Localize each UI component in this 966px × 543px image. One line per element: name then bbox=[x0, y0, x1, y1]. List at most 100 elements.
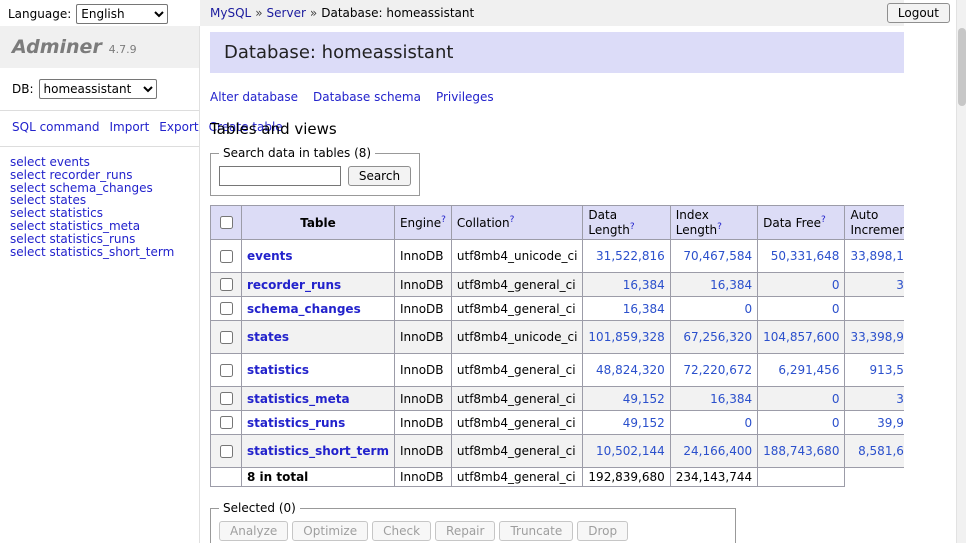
statistics-index-length-link[interactable]: 72,220,672 bbox=[683, 363, 752, 377]
table-link-states[interactable]: states bbox=[247, 330, 289, 344]
row-checkbox-events[interactable] bbox=[220, 250, 233, 263]
help-link[interactable]: ? bbox=[717, 222, 722, 232]
help-link[interactable]: ? bbox=[441, 215, 446, 225]
adminer-version: 4.7.9 bbox=[109, 43, 137, 56]
statistics-runs-auto-increment-link[interactable]: 39,999 bbox=[877, 416, 904, 430]
table-link-statistics-short-term[interactable]: statistics_short_term bbox=[247, 444, 389, 458]
statistics-auto-increment-link[interactable]: 913,577 bbox=[870, 363, 904, 377]
sidebar-select-statistics-meta[interactable]: select statistics_meta bbox=[10, 220, 189, 233]
logout-button[interactable]: Logout bbox=[887, 3, 950, 23]
breadcrumb-server[interactable]: Server bbox=[267, 6, 306, 20]
statistics-runs-index-length-link[interactable]: 0 bbox=[744, 416, 752, 430]
statistics-data-free-link[interactable]: 6,291,456 bbox=[778, 363, 839, 377]
selected-legend: Selected (0) bbox=[219, 501, 300, 515]
engine-cell: InnoDB bbox=[394, 435, 451, 468]
statistics-short-term-data-free-link[interactable]: 188,743,680 bbox=[763, 444, 839, 458]
select-all-checkbox[interactable] bbox=[220, 216, 233, 229]
events-auto-increment-link[interactable]: 33,898,196 bbox=[850, 249, 904, 263]
table-link-statistics[interactable]: statistics bbox=[247, 363, 309, 377]
breadcrumb-current: Database: homeassistant bbox=[321, 6, 474, 20]
table-link-events[interactable]: events bbox=[247, 249, 293, 263]
adminer-logo-text[interactable]: Adminer bbox=[12, 36, 102, 58]
statistics-meta-data-length-link[interactable]: 49,152 bbox=[623, 392, 665, 406]
table-link-schema-changes[interactable]: schema_changes bbox=[247, 302, 361, 316]
index-length-cell: 16,384 bbox=[670, 387, 757, 411]
language-select[interactable]: English bbox=[76, 4, 168, 24]
statistics-meta-index-length-link[interactable]: 16,384 bbox=[710, 392, 752, 406]
help-link[interactable]: ? bbox=[510, 215, 515, 225]
language-label: Language: bbox=[8, 7, 71, 21]
states-auto-increment-link[interactable]: 33,398,984 bbox=[850, 330, 904, 344]
recorder-runs-data-length-link[interactable]: 16,384 bbox=[623, 278, 665, 292]
statistics-short-term-index-length-link[interactable]: 24,166,400 bbox=[683, 444, 752, 458]
statistics-short-term-auto-increment-link[interactable]: 8,581,645 bbox=[858, 444, 904, 458]
table-header-row: TableEngine?Collation?Data Length?Index … bbox=[211, 206, 905, 240]
table-link-statistics-meta[interactable]: statistics_meta bbox=[247, 392, 350, 406]
schema-changes-data-free-link[interactable]: 0 bbox=[832, 302, 840, 316]
column-header-label: Index Length bbox=[676, 208, 717, 237]
collation-cell: utf8mb4_general_ci bbox=[451, 354, 583, 387]
states-data-free-link[interactable]: 104,857,600 bbox=[763, 330, 839, 344]
sidebar-link-sql-command[interactable]: SQL command bbox=[12, 120, 99, 134]
table-name-cell: schema_changes bbox=[242, 297, 395, 321]
sidebar-link-import[interactable]: Import bbox=[109, 120, 149, 134]
vertical-scrollbar[interactable] bbox=[956, 0, 966, 543]
statistics-short-term-data-length-link[interactable]: 10,502,144 bbox=[596, 444, 665, 458]
events-data-length-link[interactable]: 31,522,816 bbox=[596, 249, 665, 263]
collation-cell: utf8mb4_general_ci bbox=[451, 297, 583, 321]
table-link-recorder-runs[interactable]: recorder_runs bbox=[247, 278, 341, 292]
search-button[interactable]: Search bbox=[348, 166, 411, 186]
sidebar-select-statistics-runs[interactable]: select statistics_runs bbox=[10, 233, 189, 246]
table-row-statistics-short-term: statistics_short_termInnoDButf8mb4_gener… bbox=[211, 435, 905, 468]
statistics-meta-auto-increment-link[interactable]: 325 bbox=[896, 392, 904, 406]
help-link[interactable]: ? bbox=[821, 215, 826, 225]
row-checkbox-statistics-short-term[interactable] bbox=[220, 445, 233, 458]
row-checkbox-statistics[interactable] bbox=[220, 364, 233, 377]
sidebar-select-events[interactable]: select events bbox=[10, 156, 189, 169]
scrollbar-thumb[interactable] bbox=[958, 28, 966, 106]
statistics-data-length-link[interactable]: 48,824,320 bbox=[596, 363, 665, 377]
data-length-cell: 48,824,320 bbox=[583, 354, 670, 387]
statistics-meta-data-free-link[interactable]: 0 bbox=[832, 392, 840, 406]
statistics-runs-data-length-link[interactable]: 49,152 bbox=[623, 416, 665, 430]
sidebar-link-export[interactable]: Export bbox=[159, 120, 198, 134]
column-header-data-free: Data Free? bbox=[758, 206, 845, 240]
statistics-runs-data-free-link[interactable]: 0 bbox=[832, 416, 840, 430]
table-name-cell: statistics bbox=[242, 354, 395, 387]
sidebar-select-statistics-short-term[interactable]: select statistics_short_term bbox=[10, 246, 189, 259]
breadcrumb-mysql[interactable]: MySQL bbox=[210, 6, 251, 20]
row-checkbox-states[interactable] bbox=[220, 331, 233, 344]
table-row-recorder-runs: recorder_runsInnoDButf8mb4_general_ci16,… bbox=[211, 273, 905, 297]
events-data-free-link[interactable]: 50,331,648 bbox=[771, 249, 840, 263]
search-input[interactable] bbox=[219, 166, 341, 186]
db-link-alter-database[interactable]: Alter database bbox=[210, 90, 298, 104]
states-index-length-link[interactable]: 67,256,320 bbox=[683, 330, 752, 344]
events-index-length-link[interactable]: 70,467,584 bbox=[683, 249, 752, 263]
row-checkbox-cell bbox=[211, 240, 242, 273]
help-link[interactable]: ? bbox=[630, 222, 635, 232]
row-checkbox-cell bbox=[211, 273, 242, 297]
total-empty-cell bbox=[211, 468, 242, 487]
schema-changes-index-length-link[interactable]: 0 bbox=[744, 302, 752, 316]
engine-cell: InnoDB bbox=[394, 273, 451, 297]
db-link-database-schema[interactable]: Database schema bbox=[313, 90, 421, 104]
schema-changes-data-length-link[interactable]: 16,384 bbox=[623, 302, 665, 316]
row-checkbox-statistics-meta[interactable] bbox=[220, 392, 233, 405]
table-link-statistics-runs[interactable]: statistics_runs bbox=[247, 416, 345, 430]
recorder-runs-data-free-link[interactable]: 0 bbox=[832, 278, 840, 292]
row-checkbox-statistics-runs[interactable] bbox=[220, 416, 233, 429]
row-checkbox-schema-changes[interactable] bbox=[220, 302, 233, 315]
recorder-runs-index-length-link[interactable]: 16,384 bbox=[710, 278, 752, 292]
table-name-cell: events bbox=[242, 240, 395, 273]
engine-cell: InnoDB bbox=[394, 240, 451, 273]
table-row-statistics: statisticsInnoDButf8mb4_general_ci48,824… bbox=[211, 354, 905, 387]
states-data-length-link[interactable]: 101,859,328 bbox=[588, 330, 664, 344]
select-all-header-cell bbox=[211, 206, 242, 240]
db-select[interactable]: homeassistant bbox=[39, 79, 157, 99]
db-link-privileges[interactable]: Privileges bbox=[436, 90, 494, 104]
row-checkbox-recorder-runs[interactable] bbox=[220, 278, 233, 291]
table-total-row: 8 in totalInnoDButf8mb4_general_ci192,83… bbox=[211, 468, 905, 487]
engine-cell: InnoDB bbox=[394, 387, 451, 411]
sidebar-select-recorder-runs[interactable]: select recorder_runs bbox=[10, 169, 189, 182]
recorder-runs-auto-increment-link[interactable]: 378 bbox=[896, 278, 904, 292]
